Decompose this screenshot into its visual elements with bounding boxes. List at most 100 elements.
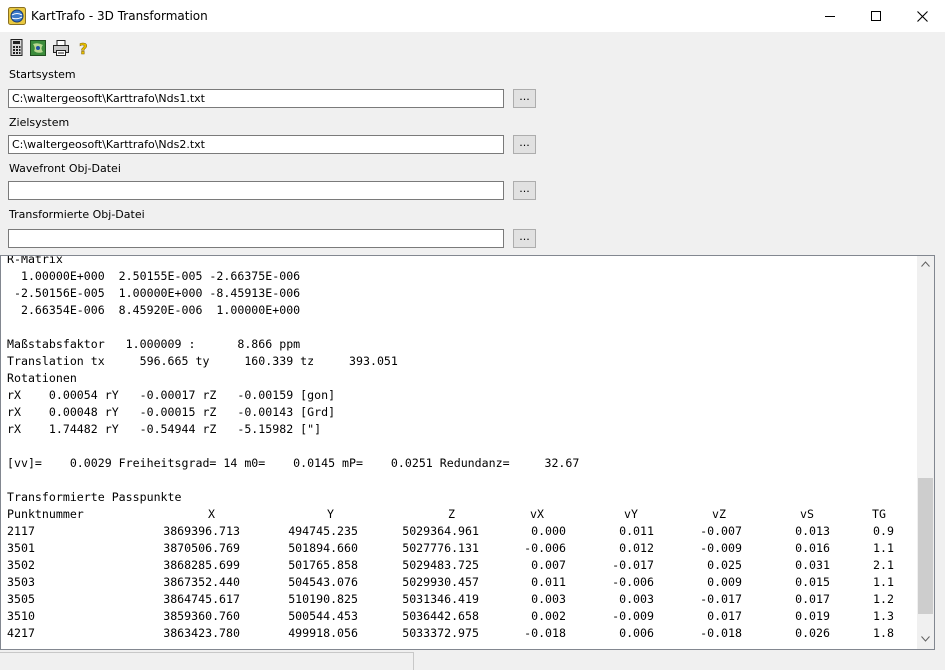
- cell-y: 499918.056: [288, 626, 358, 640]
- cell-y: 510190.825: [288, 592, 358, 606]
- cell-vs: 0.019: [795, 609, 830, 623]
- globe-icon[interactable]: [30, 39, 46, 57]
- cell-punktnummer: 3510: [7, 609, 35, 623]
- cell-vx: -0.006: [524, 541, 566, 555]
- cell-z: 5029930.457: [402, 575, 479, 589]
- maximize-icon: [871, 11, 881, 21]
- cell-x: 3868285.699: [163, 558, 240, 572]
- title-bar: KartTrafo - 3D Transformation: [0, 0, 945, 32]
- maximize-button[interactable]: [853, 0, 899, 32]
- cell-punktnummer: 2117: [7, 524, 35, 538]
- wavefront-input[interactable]: [8, 181, 504, 200]
- cell-vy: -0.006: [612, 575, 654, 589]
- cell-vz: -0.017: [700, 592, 742, 606]
- cell-vz: 0.017: [707, 609, 742, 623]
- output-line: rX 1.74482 rY -0.54944 rZ -5.15982 ["]: [7, 422, 322, 436]
- startsystem-label: Startsystem: [9, 68, 76, 81]
- cell-vy: 0.003: [619, 592, 654, 606]
- cell-tg: 1.8: [873, 626, 894, 640]
- column-header-vz: vZ: [712, 507, 726, 521]
- table-row: 3503 3867352.440 504543.076 5029930.457 0.01…: [7, 574, 919, 591]
- zielsystem-input[interactable]: C:\waltergeosoft\Karttrafo\Nds2.txt: [8, 135, 504, 154]
- karttrafo-app-icon: [8, 7, 26, 25]
- cell-y: 501894.660: [288, 541, 358, 555]
- output-line: -2.50156E-005 1.00000E+000 -8.45913E-006: [7, 286, 301, 300]
- output-line: 1.00000E+000 2.50155E-005 -2.66375E-006: [7, 269, 301, 283]
- cell-y: 494745.235: [288, 524, 358, 538]
- column-header-vx: vX: [530, 507, 544, 521]
- cell-vx: 0.000: [531, 524, 566, 538]
- column-header-vs: vS: [800, 507, 814, 521]
- cell-x: 3864745.617: [163, 592, 240, 606]
- cell-z: 5031346.419: [402, 592, 479, 606]
- transformed-obj-input[interactable]: [8, 229, 504, 248]
- table-row: 3505 3864745.617 510190.825 5031346.419 0.00…: [7, 591, 919, 608]
- cell-vy: -0.017: [612, 558, 654, 572]
- startsystem-browse-button[interactable]: ...: [513, 89, 536, 108]
- cell-vs: 0.013: [795, 524, 830, 538]
- output-line: Translation tx 596.665 ty 160.339 tz 393…: [7, 354, 398, 368]
- column-header-tg: TG: [872, 507, 886, 521]
- scroll-down-icon[interactable]: [921, 636, 930, 642]
- cell-tg: 0.9: [873, 524, 894, 538]
- cell-x: 3869396.713: [163, 524, 240, 538]
- svg-text:?: ?: [79, 40, 88, 57]
- cell-z: 5029364.961: [402, 524, 479, 538]
- cell-vs: 0.015: [795, 575, 830, 589]
- cell-vy: -0.009: [612, 609, 654, 623]
- cell-x: 3870506.769: [163, 541, 240, 555]
- minimize-button[interactable]: [807, 0, 853, 32]
- cell-punktnummer: 3502: [7, 558, 35, 572]
- output-line: rX 0.00054 rY -0.00017 rZ -0.00159 [gon]: [7, 388, 336, 402]
- cell-vx: 0.002: [531, 609, 566, 623]
- printer-icon[interactable]: [53, 39, 69, 57]
- status-bar: [0, 650, 945, 670]
- cell-vs: 0.016: [795, 541, 830, 555]
- cell-vz: -0.007: [700, 524, 742, 538]
- cell-vx: -0.018: [524, 626, 566, 640]
- cell-tg: 1.2: [873, 592, 894, 606]
- table-header: Punktnummer X Y ZvX vY vZ vS TG: [7, 506, 919, 523]
- window-title: KartTrafo - 3D Transformation: [31, 9, 208, 23]
- startsystem-input[interactable]: C:\waltergeosoft\Karttrafo\Nds1.txt: [8, 89, 504, 108]
- wavefront-label: Wavefront Obj-Datei: [9, 162, 121, 175]
- calculator-icon[interactable]: [9, 39, 25, 57]
- scroll-up-icon[interactable]: [921, 261, 930, 267]
- cell-vx: 0.003: [531, 592, 566, 606]
- zielsystem-browse-button[interactable]: ...: [513, 135, 536, 154]
- cell-z: 5029483.725: [402, 558, 479, 572]
- column-header-x: X: [208, 507, 215, 521]
- output-line: Maßstabsfaktor 1.000009 : 8.866 ppm: [7, 337, 301, 351]
- cell-vz: -0.018: [700, 626, 742, 640]
- table-row: 3502 3868285.699 501765.858 5029483.725 0.00…: [7, 557, 919, 574]
- table-row: 3501 3870506.769 501894.660 5027776.131 -0.0…: [7, 540, 919, 557]
- cell-y: 500544.453: [288, 609, 358, 623]
- cell-vz: -0.009: [700, 541, 742, 555]
- cell-punktnummer: 3503: [7, 575, 35, 589]
- cell-z: 5027776.131: [402, 541, 479, 555]
- cell-z: 5033372.975: [402, 626, 479, 640]
- wavefront-browse-button[interactable]: ...: [513, 181, 536, 200]
- cell-vs: 0.031: [795, 558, 830, 572]
- output-line: R-Matrix: [7, 255, 63, 266]
- cell-punktnummer: 3501: [7, 541, 35, 555]
- transformed-obj-browse-button[interactable]: ...: [513, 229, 536, 248]
- close-icon: [916, 10, 928, 22]
- cell-tg: 1.1: [873, 575, 894, 589]
- cell-tg: 2.1: [873, 558, 894, 572]
- close-button[interactable]: [899, 0, 945, 32]
- cell-y: 504543.076: [288, 575, 358, 589]
- output-content: R-Matrix 1.00000E+000 2.50155E-005 -2.66…: [7, 255, 919, 642]
- scrollbar-thumb[interactable]: [918, 478, 933, 614]
- cell-x: 3867352.440: [163, 575, 240, 589]
- table-row: 2117 3869396.713 494745.235 5029364.961 0.00…: [7, 523, 919, 540]
- output-textarea[interactable]: R-Matrix 1.00000E+000 2.50155E-005 -2.66…: [0, 255, 935, 650]
- cell-vy: 0.006: [619, 626, 654, 640]
- vertical-scrollbar[interactable]: [917, 256, 934, 649]
- cell-y: 501765.858: [288, 558, 358, 572]
- help-icon[interactable]: ?: [76, 39, 92, 59]
- cell-x: 3859360.760: [163, 609, 240, 623]
- table-row: 4217 3863423.780 499918.056 5033372.975 -0.0…: [7, 625, 919, 642]
